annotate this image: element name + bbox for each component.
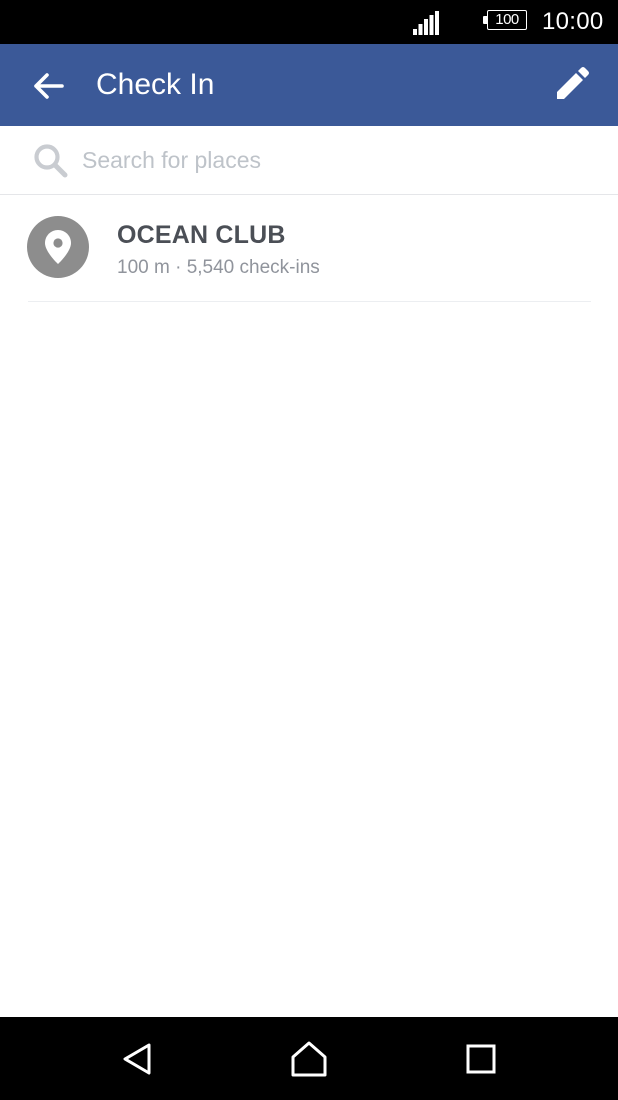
place-name: OCEAN CLUB <box>117 221 286 249</box>
search-input[interactable] <box>82 140 582 180</box>
nav-bar <box>0 1017 618 1100</box>
back-button[interactable] <box>24 62 72 110</box>
edit-button[interactable] <box>546 60 596 110</box>
page-title: Check In <box>96 68 215 101</box>
nav-home-button[interactable] <box>285 1035 333 1083</box>
status-time: 10:00 <box>542 8 604 35</box>
battery-level: 100 <box>487 10 527 30</box>
pencil-icon <box>557 67 589 99</box>
nav-recents-icon <box>466 1044 496 1074</box>
nav-back-button[interactable] <box>114 1035 162 1083</box>
place-avatar <box>27 216 89 278</box>
status-bar: 100 10:00 <box>0 0 618 44</box>
nav-back-icon <box>123 1043 151 1075</box>
arrow-left-icon <box>34 73 64 99</box>
nav-home-icon <box>291 1041 327 1077</box>
search-icon <box>34 144 68 178</box>
nav-recents-button[interactable] <box>457 1035 505 1083</box>
battery-icon: 100 <box>483 10 530 32</box>
list-divider <box>28 301 591 302</box>
place-meta: 100 m · 5,540 check-ins <box>117 257 320 278</box>
signal-icon <box>413 11 439 35</box>
search-bar <box>0 126 618 195</box>
map-pin-icon <box>45 230 71 264</box>
toolbar: Check In <box>0 44 618 126</box>
list-item[interactable]: OCEAN CLUB 100 m · 5,540 check-ins <box>0 195 618 301</box>
